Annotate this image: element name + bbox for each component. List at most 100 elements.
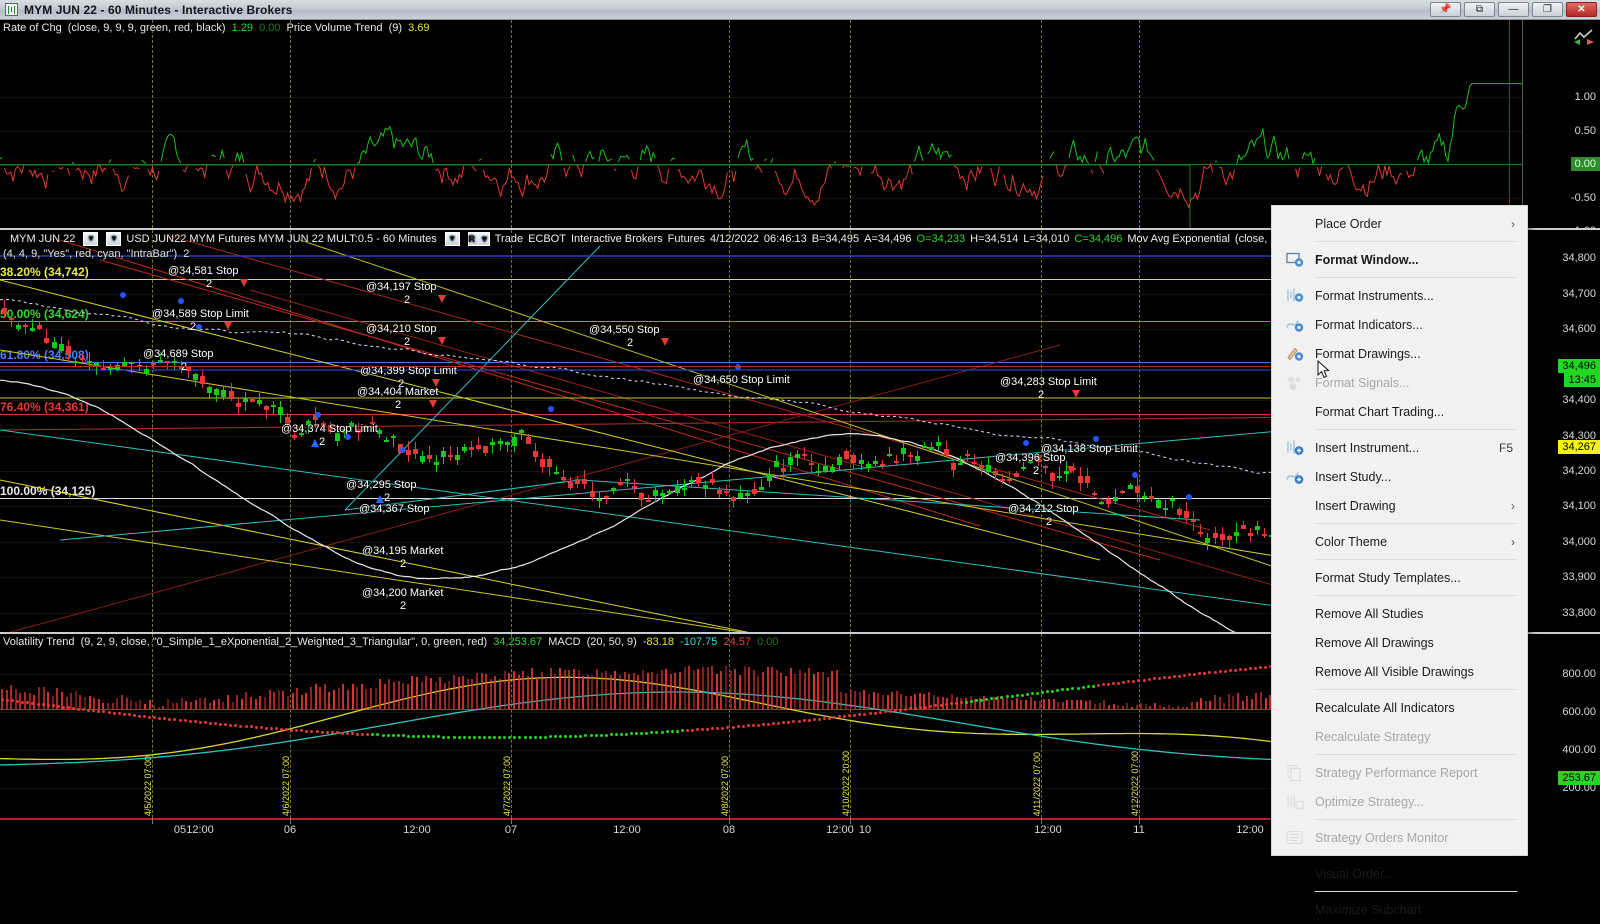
signal-dot — [1010, 694, 1014, 698]
last-price-badge: 34,496 — [1558, 359, 1600, 374]
signal-dot — [533, 735, 537, 739]
signal-dot — [797, 719, 801, 723]
menu-item-strategy-orders-monitor: Strategy Orders Monitor — [1272, 823, 1527, 852]
order-fill-dot — [315, 412, 321, 418]
menu-item-visual-order[interactable]: Visual Order... — [1272, 859, 1527, 888]
menu-item-place-order[interactable]: Place Order › — [1272, 209, 1527, 238]
subchart-rate-of-change[interactable]: 1.000.50-0.50-1.000.00 Rate of Chg (clos… — [0, 20, 1600, 228]
chart-type-dropdown-icon[interactable]: ▼ — [444, 232, 460, 246]
signal-dot — [904, 707, 908, 711]
menu-item-format-chart-trading[interactable]: Format Chart Trading... — [1272, 397, 1527, 426]
signal-dot — [406, 734, 410, 738]
order-price-badge: 34,267 — [1558, 440, 1600, 455]
signal-dot — [812, 718, 816, 722]
menu-item-format-drawings[interactable]: Format Drawings... — [1272, 339, 1527, 368]
menu-item-maximize-subchart[interactable]: Maximize Subchart — [1272, 895, 1527, 924]
macd-value-2: -107.75 — [680, 636, 718, 648]
menu-separator — [1315, 523, 1517, 524]
sell-arrow-icon — [661, 338, 669, 346]
signal-dot — [1015, 694, 1019, 698]
signal-dot — [472, 735, 476, 739]
panel1-study-legend: Rate of Chg (close, 9, 9, 9, green, red,… — [3, 22, 433, 34]
signal-dot — [132, 713, 136, 717]
menu-item-format-window[interactable]: Format Window... — [1272, 245, 1527, 274]
minimize-icon[interactable]: — — [1498, 2, 1529, 17]
signal-dot — [188, 719, 192, 723]
insert-study-icon — [1286, 468, 1305, 485]
pin-icon[interactable]: 📌 — [1430, 2, 1461, 17]
chart-quick-toolbar[interactable] — [1572, 26, 1598, 48]
trend-arrows-icon[interactable] — [1572, 26, 1596, 48]
panel1-price-scale[interactable]: 1.000.50-0.50-1.000.00 — [1522, 20, 1600, 228]
signal-dot — [46, 703, 50, 707]
signal-dot — [807, 718, 811, 722]
buy-arrow-icon — [311, 439, 319, 447]
menu-item-insert-drawing[interactable]: Insert Drawing › — [1272, 491, 1527, 520]
window-title-bar: MYM JUN 22 - 60 Minutes - Interactive Br… — [0, 0, 1600, 20]
menu-item-format-study-templates[interactable]: Format Study Templates... — [1272, 563, 1527, 592]
menu-item-remove-all-visible-drawings[interactable]: Remove All Visible Drawings — [1272, 657, 1527, 686]
panel2-scale-tick: 34,000 — [1562, 535, 1596, 548]
panel2-study-qty: 2 — [183, 248, 190, 260]
signal-dot — [320, 730, 324, 734]
time-axis-label: 12:00 — [613, 824, 641, 836]
signal-dot — [56, 705, 60, 709]
macd-value-1: -83.18 — [642, 636, 675, 648]
order-fill-dot — [1132, 472, 1138, 478]
signal-dot — [589, 734, 593, 738]
menu-item-shortcut: F5 — [1498, 440, 1513, 455]
sell-arrow-icon — [438, 295, 446, 303]
time-axis-label: 12:00 — [1034, 824, 1062, 836]
signal-dot — [340, 731, 344, 735]
close-value: C=34,496 — [1074, 233, 1123, 245]
panel1-plot-area[interactable] — [0, 20, 1522, 228]
signal-dot — [452, 735, 456, 739]
order-fill-dot — [1186, 494, 1192, 500]
panel3-value-scale[interactable]: 800.00 600.00 400.00 200.00 253.67 — [1522, 634, 1600, 818]
signal-dot — [325, 730, 329, 734]
signal-dot — [964, 700, 968, 704]
menu-item-label: Remove All Drawings — [1315, 635, 1434, 650]
panel2-study-legend: (4, 4, 9, "Yes", red, cyan, "IntraBar") … — [3, 248, 192, 260]
signal-dot — [259, 726, 263, 730]
signal-dot — [741, 724, 745, 728]
order-quantity: 2 — [206, 278, 213, 290]
menu-item-color-theme[interactable]: Color Theme › — [1272, 527, 1527, 556]
panel1-scale-tick: 0.50 — [1574, 124, 1596, 137]
menu-item-recalculate-all-indicators[interactable]: Recalculate All Indicators — [1272, 693, 1527, 722]
maximize-icon[interactable]: ❐ — [1532, 2, 1563, 17]
signal-dot — [599, 733, 603, 737]
panel2-price-scale[interactable]: 34,800 34,700 34,600 34,400 34,300 34,200 34,1… — [1522, 230, 1600, 632]
signal-dot — [954, 701, 958, 705]
chart-context-menu[interactable]: Place Order › Format Window... Format Instr… — [1271, 205, 1528, 917]
signal-dot — [280, 727, 284, 731]
close-icon[interactable]: ✕ — [1566, 2, 1597, 17]
menu-item-insert-instrument[interactable]: Insert Instrument... F5 — [1272, 433, 1527, 462]
menu-item-label: Recalculate Strategy — [1315, 729, 1431, 744]
panel2-scale-tick: 34,100 — [1562, 500, 1596, 513]
order-quantity: 2 — [627, 337, 634, 349]
macd-value-3: 24.57 — [723, 636, 752, 648]
menu-item-insert-study[interactable]: Insert Study... — [1272, 462, 1527, 491]
signal-dot — [77, 707, 81, 711]
signal-dot — [777, 721, 781, 725]
menu-item-format-instruments[interactable]: Format Instruments... — [1272, 281, 1527, 310]
menu-item-remove-all-drawings[interactable]: Remove All Drawings — [1272, 628, 1527, 657]
replay-button[interactable]: R ▼ — [467, 232, 490, 246]
signal-dot — [356, 732, 360, 736]
restore-down-icon[interactable]: ⧉ — [1464, 2, 1495, 17]
menu-item-label: Format Signals... — [1315, 375, 1410, 390]
signal-dot — [1025, 692, 1029, 696]
trade-label[interactable]: Trade — [495, 233, 523, 245]
order-fill-dot — [400, 447, 406, 453]
signal-dot — [264, 726, 268, 730]
interval-dropdown-icon[interactable]: ▼ — [106, 232, 122, 246]
menu-item-label: Optimize Strategy... — [1315, 794, 1424, 809]
menu-item-label: Format Drawings... — [1315, 346, 1421, 361]
menu-item-remove-all-studies[interactable]: Remove All Studies — [1272, 599, 1527, 628]
symbol-dropdown-icon[interactable]: ▼ — [83, 232, 99, 246]
time-axis-label: 12:00 — [186, 824, 214, 836]
instrument-description: USD JUN22 MYM Futures MYM JUN 22 MULT:0.… — [126, 233, 437, 245]
menu-item-label: Place Order — [1315, 216, 1382, 231]
menu-item-format-indicators[interactable]: Format Indicators... — [1272, 310, 1527, 339]
